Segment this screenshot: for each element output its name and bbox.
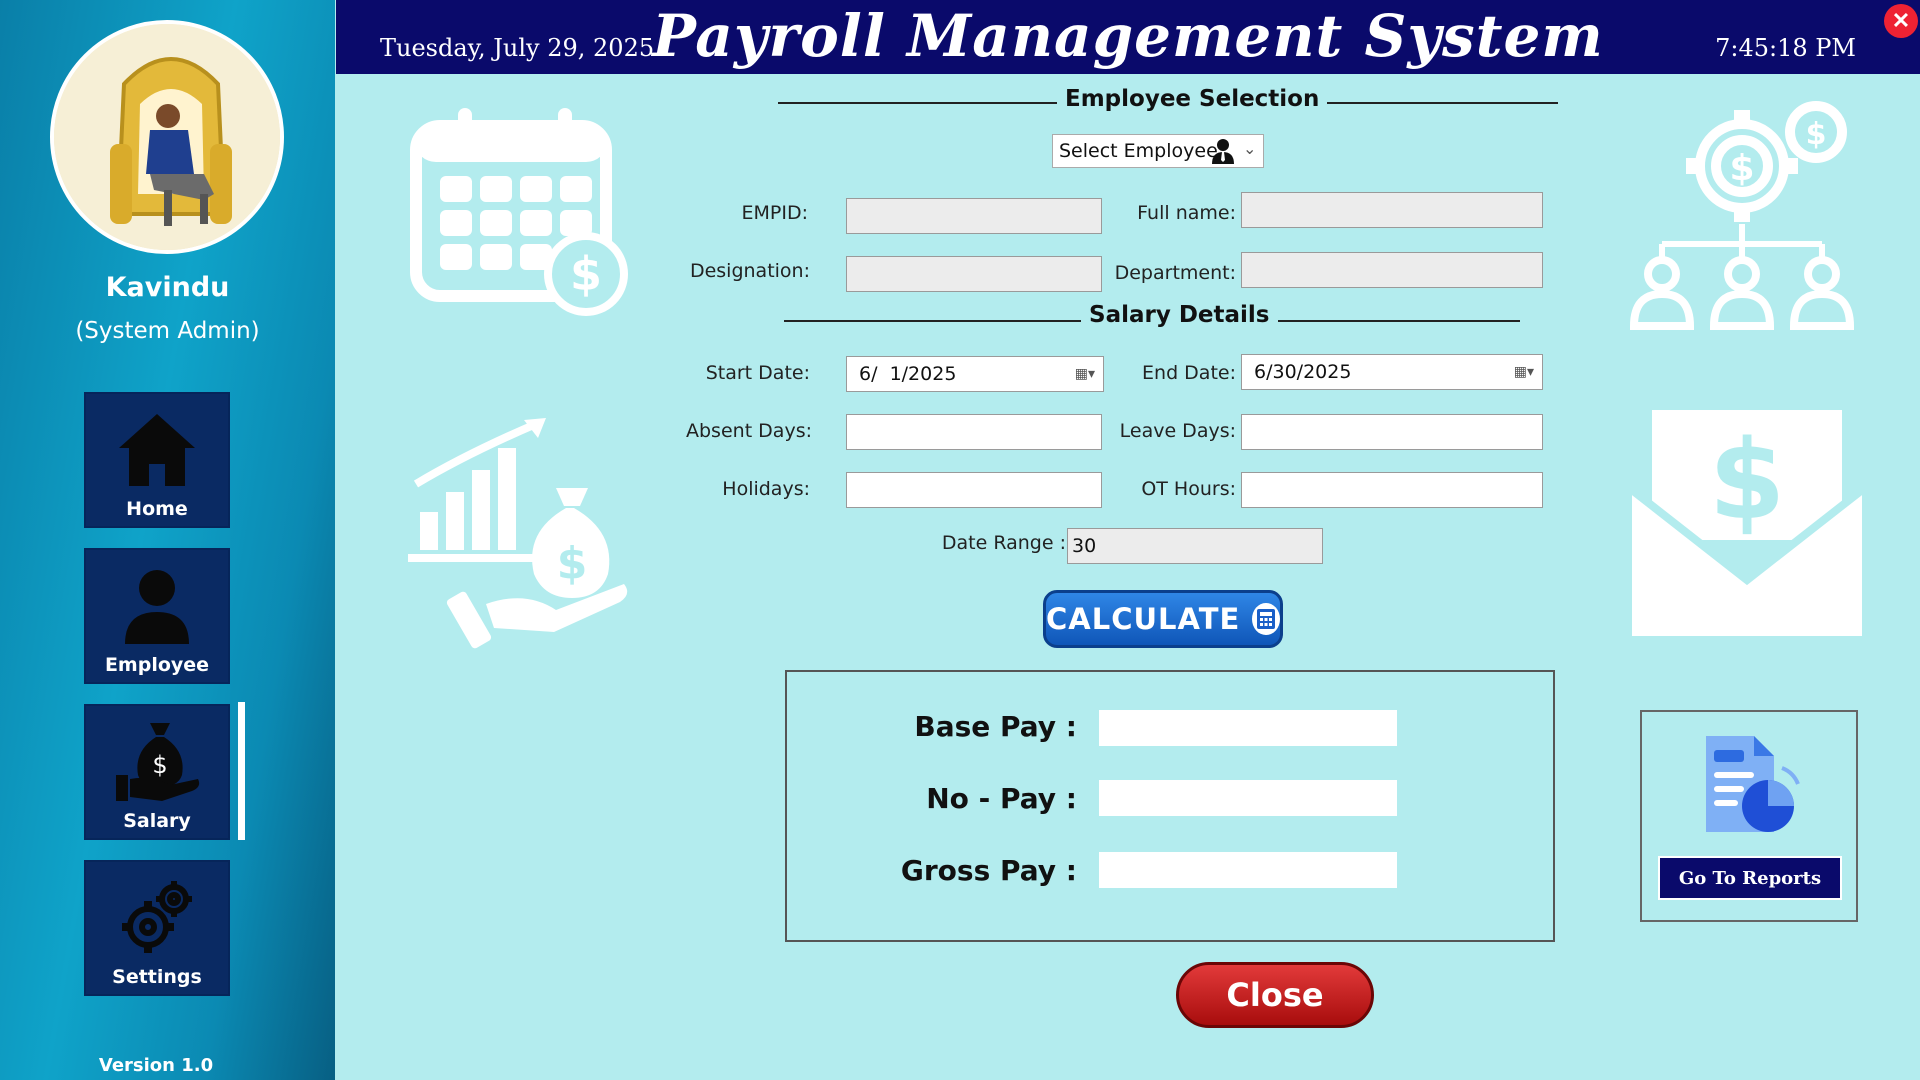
nav-settings-label: Settings bbox=[112, 966, 202, 988]
base-pay-field[interactable] bbox=[1099, 710, 1397, 746]
close-icon: ✕ bbox=[1891, 8, 1911, 33]
designation-field[interactable] bbox=[846, 256, 1102, 292]
date-range-field[interactable]: 30 bbox=[1067, 528, 1323, 564]
calendar-dollar-icon: $ bbox=[410, 108, 628, 316]
fullname-field[interactable] bbox=[1241, 192, 1543, 228]
employee-selection-title: Employee Selection bbox=[1057, 86, 1328, 112]
nav-settings-button[interactable]: Settings bbox=[84, 860, 230, 996]
holidays-label: Holidays: bbox=[722, 478, 810, 500]
user-icon bbox=[86, 558, 228, 654]
date-range-label: Date Range : bbox=[941, 532, 1066, 554]
nav-employee-label: Employee bbox=[104, 654, 210, 676]
svg-text:$: $ bbox=[1729, 148, 1754, 189]
svg-text:$: $ bbox=[152, 751, 167, 779]
version-label: Version 1.0 bbox=[98, 1055, 214, 1076]
start-date-picker[interactable]: 6/ 1/2025 ▦▾ bbox=[846, 356, 1104, 392]
profile-photo-icon bbox=[54, 24, 280, 250]
growth-money-icon: $ bbox=[408, 418, 628, 649]
empid-field[interactable] bbox=[846, 198, 1102, 234]
avatar bbox=[50, 20, 284, 254]
empid-label: EMPID: bbox=[741, 202, 809, 224]
start-date-value: 6/ 1/2025 bbox=[859, 363, 957, 385]
nav-salary-button[interactable]: $ Salary bbox=[84, 704, 230, 840]
home-icon bbox=[86, 402, 228, 498]
salary-panel: $ $ $ $ $ Employee Selection Select Empl… bbox=[336, 74, 1920, 1080]
employee-icon bbox=[1211, 138, 1235, 169]
absent-days-label: Absent Days: bbox=[686, 420, 812, 442]
gross-pay-field[interactable] bbox=[1099, 852, 1397, 888]
end-date-label: End Date: bbox=[1142, 362, 1236, 384]
svg-text:$: $ bbox=[1709, 416, 1786, 544]
ot-hours-label: OT Hours: bbox=[1141, 478, 1236, 500]
salary-envelope-icon: $ bbox=[1632, 410, 1862, 636]
absent-days-field[interactable] bbox=[846, 414, 1102, 450]
no-pay-label: No - Pay : bbox=[926, 782, 1077, 815]
end-date-picker[interactable]: 6/30/2025 ▦▾ bbox=[1241, 354, 1543, 390]
sidebar: Kavindu (System Admin) Home Employee $ S… bbox=[0, 0, 335, 1080]
department-label: Department: bbox=[1114, 262, 1236, 284]
end-date-value: 6/30/2025 bbox=[1254, 361, 1352, 383]
user-name: Kavindu bbox=[105, 272, 230, 303]
header-bar: Tuesday, July 29, 2025 Payroll Managemen… bbox=[336, 0, 1920, 74]
salary-details-title: Salary Details bbox=[1081, 302, 1278, 328]
select-employee-dropdown[interactable]: Select Employee ⌄ bbox=[1052, 134, 1264, 168]
go-to-reports-button[interactable]: Go To Reports bbox=[1658, 856, 1842, 900]
calendar-dropdown-icon[interactable]: ▦▾ bbox=[1514, 364, 1534, 380]
report-chart-icon bbox=[1706, 736, 1800, 832]
chevron-down-icon: ⌄ bbox=[1243, 139, 1257, 158]
header-time: 7:45:18 PM bbox=[1715, 34, 1856, 62]
svg-text:$: $ bbox=[1806, 117, 1827, 152]
user-role: (System Admin) bbox=[75, 318, 260, 344]
ot-hours-field[interactable] bbox=[1241, 472, 1543, 508]
nav-employee-button[interactable]: Employee bbox=[84, 548, 230, 684]
no-pay-field[interactable] bbox=[1099, 780, 1397, 816]
svg-text:$: $ bbox=[570, 247, 602, 301]
pay-summary-box: Base Pay : No - Pay : Gross Pay : bbox=[785, 670, 1555, 942]
select-employee-label: Select Employee bbox=[1059, 140, 1218, 162]
payroll-hierarchy-icon: $ $ bbox=[1629, 101, 1855, 330]
start-date-label: Start Date: bbox=[705, 362, 810, 384]
nav-home-button[interactable]: Home bbox=[84, 392, 230, 528]
close-button[interactable]: Close bbox=[1176, 962, 1374, 1028]
department-field[interactable] bbox=[1241, 252, 1543, 288]
base-pay-label: Base Pay : bbox=[914, 710, 1077, 743]
active-nav-indicator bbox=[238, 702, 245, 840]
svg-text:$: $ bbox=[557, 538, 588, 589]
nav-home-label: Home bbox=[126, 498, 188, 520]
holidays-field[interactable] bbox=[846, 472, 1102, 508]
designation-label: Designation: bbox=[689, 260, 810, 282]
fullname-label: Full name: bbox=[1137, 202, 1236, 224]
gears-icon bbox=[86, 870, 228, 966]
reports-card: Go To Reports bbox=[1640, 710, 1858, 922]
calculator-icon bbox=[1252, 603, 1280, 635]
nav-salary-label: Salary bbox=[123, 810, 191, 832]
window-close-button[interactable]: ✕ bbox=[1884, 4, 1918, 38]
calculate-label: CALCULATE bbox=[1046, 602, 1241, 636]
leave-days-field[interactable] bbox=[1241, 414, 1543, 450]
gross-pay-label: Gross Pay : bbox=[900, 854, 1077, 887]
calculate-button[interactable]: CALCULATE bbox=[1043, 590, 1283, 648]
leave-days-label: Leave Days: bbox=[1119, 420, 1236, 442]
app-title: Payroll Management System bbox=[652, 2, 1604, 70]
money-bag-hand-icon: $ bbox=[86, 714, 228, 810]
